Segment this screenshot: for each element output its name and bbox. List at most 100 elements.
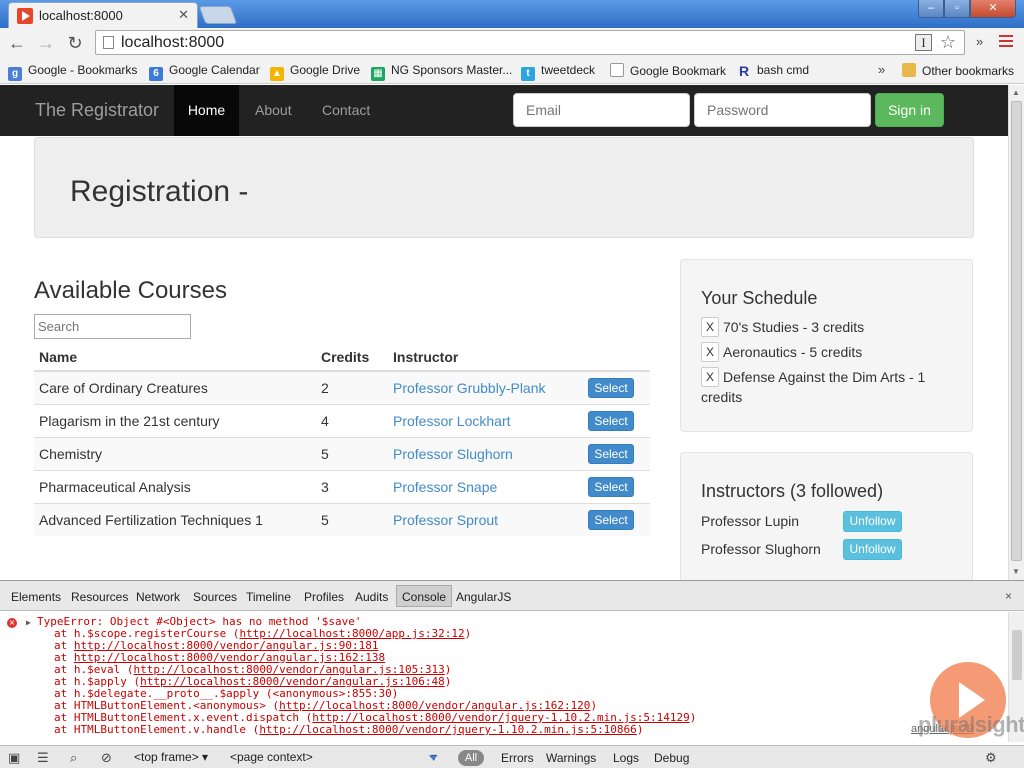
browser-tab[interactable]: localhost:8000 ✕	[8, 2, 198, 28]
stack-trace-line: at HTMLButtonElement.v.handle (http://lo…	[54, 724, 643, 736]
bookmark-ng-sponsors[interactable]: ▦ NG Sponsors Master...	[371, 63, 512, 81]
page-scrollbar[interactable]: ▲ ▼	[1008, 85, 1024, 580]
nav-contact[interactable]: Contact	[322, 85, 370, 136]
password-input[interactable]	[694, 93, 871, 127]
window-minimize-button[interactable]: –	[918, 0, 944, 18]
unfollow-button[interactable]: Unfollow	[843, 511, 902, 532]
tab-sources[interactable]: Sources	[193, 590, 237, 604]
scroll-down-icon[interactable]: ▼	[1012, 567, 1020, 576]
nav-about[interactable]: About	[255, 85, 292, 136]
console-output: × ▶ TypeError: Object #<Object> has no m…	[0, 612, 1008, 742]
drive-icon: ▲	[270, 67, 284, 81]
site-brand[interactable]: The Registrator	[35, 100, 159, 121]
select-course-button[interactable]: Select	[588, 476, 634, 497]
clear-console-icon[interactable]: ⊘	[101, 750, 112, 766]
bookmark-google-drive[interactable]: ▲ Google Drive	[270, 63, 360, 81]
instructors-panel: Instructors (3 followed) Professor Lupin…	[680, 452, 973, 580]
bookmark-bash-cmd[interactable]: Rbash cmd	[737, 63, 809, 78]
frame-select[interactable]: <top frame> ▾	[134, 750, 208, 766]
course-name: Advanced Fertilization Techniques 1	[34, 502, 316, 536]
trace-suffix: )	[636, 723, 644, 736]
course-name: Care of Ordinary Creatures	[34, 370, 316, 404]
tab-profiles[interactable]: Profiles	[304, 590, 344, 604]
courses-heading: Available Courses	[34, 277, 227, 304]
schedule-item: X Defense Against the Dim Arts - 1 credit…	[701, 367, 961, 407]
email-input[interactable]	[513, 93, 690, 127]
table-row: Advanced Fertilization Techniques 1 5 Pr…	[34, 502, 650, 536]
trace-suffix: )	[689, 711, 697, 724]
remove-course-button[interactable]: X	[701, 342, 719, 362]
bookmark-google-calendar[interactable]: 6 Google Calendar	[149, 63, 260, 81]
search-input[interactable]	[34, 314, 191, 339]
filter-all[interactable]: All	[458, 750, 484, 766]
reload-icon[interactable]: ↻	[64, 32, 86, 54]
reader-icon[interactable]: I	[915, 34, 932, 51]
table-row: Plagarism in the 21st century 4 Professo…	[34, 403, 650, 437]
calendar-icon: 6	[149, 67, 163, 81]
filter-logs[interactable]: Logs	[613, 751, 639, 765]
page-icon	[610, 63, 624, 77]
tab-elements[interactable]: Elements	[11, 590, 61, 604]
back-arrow-icon[interactable]: ←	[6, 32, 28, 54]
devtools-close-icon[interactable]: ×	[1005, 589, 1012, 603]
column-header-instructor: Instructor	[388, 343, 583, 372]
bookmark-google-bookmarks[interactable]: g Google - Bookmarks	[8, 63, 137, 81]
filter-warnings[interactable]: Warnings	[546, 751, 596, 765]
settings-gear-icon[interactable]: ⚙	[985, 750, 997, 766]
instructor-link[interactable]: Professor Sprout	[393, 512, 498, 528]
window-close-button[interactable]: ✕	[970, 0, 1016, 18]
unfollow-button[interactable]: Unfollow	[843, 539, 902, 560]
tab-angularjs[interactable]: AngularJS	[456, 590, 511, 604]
column-header-action	[583, 343, 650, 372]
schedule-panel: Your Schedule X 70's Studies - 3 credits …	[680, 259, 973, 432]
select-course-button[interactable]: Select	[588, 443, 634, 464]
followed-instructor-name: Professor Slughorn	[701, 541, 821, 557]
select-course-button[interactable]: Select	[588, 377, 634, 398]
tab-console[interactable]: Console	[396, 585, 453, 607]
other-bookmarks-folder[interactable]: Other bookmarks	[902, 63, 1014, 78]
expand-arrow-icon[interactable]: ▶	[26, 617, 31, 629]
tab-resources[interactable]: Resources	[71, 590, 128, 604]
remove-course-button[interactable]: X	[701, 367, 719, 387]
address-bar[interactable]: localhost:8000 I ☆	[95, 30, 965, 55]
console-scrollbar-thumb[interactable]	[1012, 630, 1022, 680]
bookmark-google-bookmark[interactable]: Google Bookmark	[610, 63, 726, 78]
trace-source-link[interactable]: http://localhost:8000/vendor/jquery-1.10…	[259, 723, 637, 736]
filter-errors[interactable]: Errors	[501, 751, 534, 765]
select-course-button[interactable]: Select	[588, 509, 634, 530]
courses-table: Name Credits Instructor Care of Ordinary…	[34, 343, 650, 536]
select-course-button[interactable]: Select	[588, 410, 634, 431]
bookmark-tweetdeck[interactable]: t tweetdeck	[521, 63, 595, 81]
window-maximize-button[interactable]: ▫	[944, 0, 970, 18]
page-title: Registration -	[70, 175, 249, 208]
forward-arrow-icon[interactable]: →	[35, 32, 57, 54]
scroll-up-icon[interactable]: ▲	[1012, 88, 1020, 97]
instructor-link[interactable]: Professor Lockhart	[393, 413, 511, 429]
extensions-chevron-icon[interactable]: »	[976, 34, 983, 49]
nav-home[interactable]: Home	[174, 85, 239, 136]
search-icon[interactable]: ⌕	[70, 750, 77, 766]
instructor-link[interactable]: Professor Slughorn	[393, 446, 513, 462]
sign-in-button[interactable]: Sign in	[875, 93, 944, 127]
page-viewport: The Registrator Home About Contact Sign …	[0, 85, 1008, 580]
filter-debug[interactable]: Debug	[654, 751, 689, 765]
instructor-link[interactable]: Professor Grubbly-Plank	[393, 380, 546, 396]
tab-timeline[interactable]: Timeline	[246, 590, 291, 604]
browser-menu-icon[interactable]	[999, 35, 1013, 47]
tab-audits[interactable]: Audits	[355, 590, 388, 604]
show-drawer-icon[interactable]: ☰	[37, 750, 49, 766]
bookmarks-chevron-icon[interactable]: »	[878, 62, 885, 77]
dock-icon[interactable]: ▣	[8, 750, 20, 766]
filter-icon[interactable]: ⏷	[428, 750, 438, 766]
context-select[interactable]: <page context> ▾	[230, 750, 437, 766]
tab-network[interactable]: Network	[136, 590, 180, 604]
remove-course-button[interactable]: X	[701, 317, 719, 337]
schedule-item-label: Defense Against the Dim Arts - 1 credits	[701, 369, 926, 405]
tab-close-icon[interactable]: ✕	[178, 7, 189, 23]
trace-suffix: )	[464, 627, 472, 640]
instructor-link[interactable]: Professor Snape	[393, 479, 497, 495]
bookmark-star-icon[interactable]: ☆	[940, 32, 956, 53]
new-tab-button[interactable]	[198, 6, 238, 24]
page-scrollbar-thumb[interactable]	[1011, 101, 1022, 561]
sheets-icon: ▦	[371, 67, 385, 81]
